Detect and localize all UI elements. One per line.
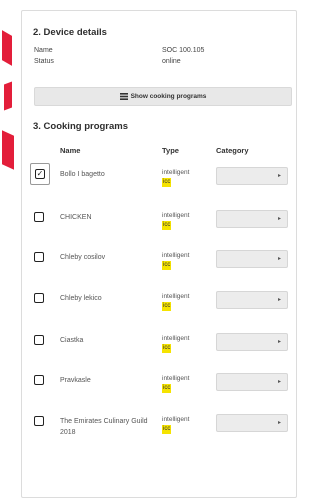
category-select[interactable]: ▸ (216, 250, 288, 268)
list-icon (119, 93, 128, 100)
program-name: The Emirates Culinary Guild 2018 (60, 418, 148, 436)
program-type-label: intelligent (162, 169, 190, 176)
device-details-heading: 2. Device details (33, 27, 107, 38)
show-cooking-programs-button[interactable]: Show cooking programs (34, 87, 292, 106)
chevron-down-icon: ▸ (277, 216, 281, 222)
program-checkbox[interactable] (34, 375, 44, 385)
program-type: intelligent icc (162, 168, 189, 187)
program-type-tag: icc (162, 178, 172, 187)
column-header-name: Name (60, 146, 81, 155)
program-type: intelligent icc (162, 415, 189, 434)
program-checkbox[interactable] (34, 293, 44, 303)
category-select[interactable]: ▸ (216, 373, 288, 391)
program-type: intelligent icc (162, 292, 189, 311)
category-select[interactable]: ▸ (216, 210, 288, 228)
program-type: intelligent icc (162, 251, 189, 270)
category-select[interactable]: ▸ (216, 333, 288, 351)
table-row: ✓ Bollo I bagetto intelligent icc ▸ (30, 163, 292, 203)
status-value: online (162, 58, 181, 65)
column-header-category: Category (216, 146, 249, 155)
program-type: intelligent icc (162, 374, 189, 393)
status-label: Status (34, 58, 54, 65)
cooking-programs-heading: 3. Cooking programs (33, 121, 129, 132)
table-row: The Emirates Culinary Guild 2018 intellig… (30, 410, 292, 450)
accent-bar (2, 30, 12, 66)
chevron-down-icon: ▸ (277, 297, 281, 303)
program-type-tag: icc (162, 302, 172, 311)
chevron-down-icon: ▸ (277, 339, 281, 345)
brand-accent-bars (0, 30, 18, 173)
table-row: Ciastka intelligent icc ▸ (30, 329, 292, 369)
program-name: Pravkasle (60, 377, 91, 384)
chevron-down-icon: ▸ (277, 173, 281, 179)
program-type-label: intelligent (162, 375, 190, 382)
accent-bar (2, 130, 14, 170)
program-type-label: intelligent (162, 335, 190, 342)
program-type-label: intelligent (162, 416, 190, 423)
program-type-label: intelligent (162, 212, 190, 219)
program-name: Bollo I bagetto (60, 171, 105, 178)
category-select[interactable]: ▸ (216, 291, 288, 309)
table-row: Chleby lekico intelligent icc ▸ (30, 287, 292, 327)
program-checkbox[interactable]: ✓ (30, 163, 50, 185)
column-header-type: Type (162, 146, 179, 155)
program-type-label: intelligent (162, 293, 190, 300)
program-checkbox[interactable] (34, 252, 44, 262)
program-type: intelligent icc (162, 334, 189, 353)
program-type-tag: icc (162, 384, 172, 393)
program-type: intelligent icc (162, 211, 189, 230)
show-button-label: Show cooking programs (130, 93, 207, 100)
chevron-down-icon: ▸ (277, 420, 281, 426)
program-type-tag: icc (162, 344, 172, 353)
program-checkbox[interactable] (34, 335, 44, 345)
program-type-tag: icc (162, 221, 172, 230)
category-select[interactable]: ▸ (216, 414, 288, 432)
program-type-tag: icc (162, 261, 172, 270)
chevron-down-icon: ▸ (277, 256, 281, 262)
accent-bar (4, 81, 12, 111)
table-row: Chleby cosilov intelligent icc ▸ (30, 246, 292, 286)
category-select[interactable]: ▸ (216, 167, 288, 185)
program-checkbox[interactable] (34, 212, 44, 222)
program-name: Chleby cosilov (60, 254, 106, 261)
table-row: CHICKEN intelligent icc ▸ (30, 206, 292, 246)
table-row: Pravkasle intelligent icc ▸ (30, 369, 292, 409)
name-label: Name (34, 47, 53, 54)
chevron-down-icon: ▸ (277, 379, 281, 385)
program-name: CHICKEN (60, 214, 92, 221)
name-value: SOC 100.105 (162, 47, 205, 54)
program-name: Chleby lekico (60, 295, 102, 302)
program-checkbox[interactable] (34, 416, 44, 426)
program-name: Ciastka (60, 337, 84, 344)
program-type-tag: icc (162, 425, 172, 434)
checkmark-icon: ✓ (35, 169, 45, 179)
program-type-label: intelligent (162, 252, 190, 259)
